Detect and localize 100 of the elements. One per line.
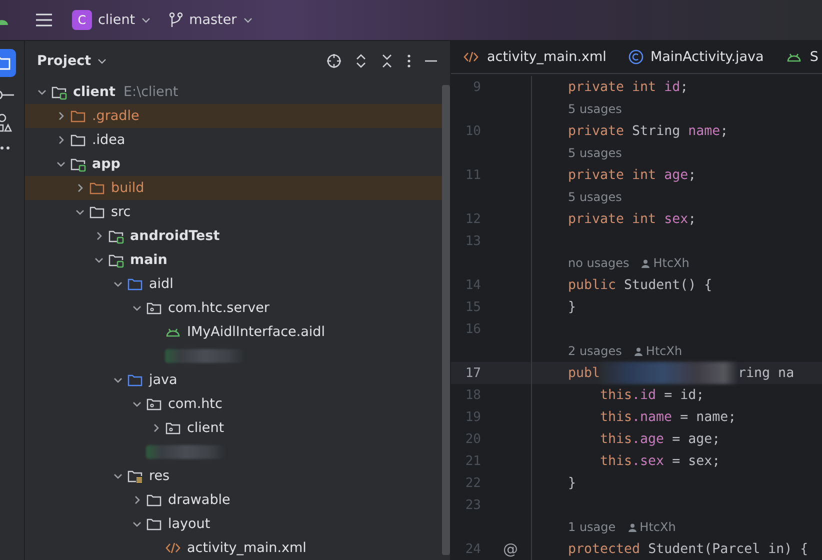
tree-item[interactable]: res <box>149 468 170 484</box>
resource-folder-icon <box>127 468 143 484</box>
chevron-right-icon[interactable] <box>94 231 104 241</box>
code-token: id; <box>664 80 688 94</box>
editor-tab[interactable]: activity_main.xml <box>463 43 606 71</box>
chevron-down-icon[interactable] <box>141 15 152 25</box>
author-hint[interactable]: HtcXh <box>646 344 682 358</box>
module-folder-icon <box>108 228 124 244</box>
tree-item[interactable]: main <box>130 252 168 268</box>
panel-title[interactable]: Project <box>37 52 92 68</box>
module-folder-icon <box>51 84 67 100</box>
editor-tab[interactable]: S <box>786 43 818 71</box>
tree-item[interactable]: drawable <box>168 492 230 508</box>
code-token: } <box>568 300 576 314</box>
tree-item[interactable]: build <box>111 180 144 196</box>
folder-icon <box>89 180 105 196</box>
chevron-down-icon[interactable] <box>94 255 104 265</box>
chevron-right-icon[interactable] <box>151 423 161 433</box>
more-icon[interactable] <box>406 52 412 68</box>
folder-icon <box>70 108 86 124</box>
folder-icon <box>127 276 143 292</box>
code-token: this <box>600 410 632 424</box>
tree-item[interactable]: com.htc <box>168 396 222 412</box>
tree-item[interactable]: androidTest <box>130 228 220 244</box>
scrollbar[interactable] <box>442 85 450 555</box>
code-token: .id = id; <box>632 388 704 402</box>
collapse-all-icon[interactable] <box>380 52 394 68</box>
chevron-right-icon[interactable] <box>56 111 66 121</box>
code-token: .name = name; <box>632 410 736 424</box>
code-token: sex; <box>664 212 696 226</box>
package-folder-icon <box>146 396 162 412</box>
annotation-marker[interactable]: @ <box>503 540 518 558</box>
module-folder-icon <box>70 156 86 172</box>
chevron-down-icon[interactable] <box>113 375 123 385</box>
code-token: .sex = sex; <box>632 454 720 468</box>
code-token: this <box>600 388 632 402</box>
code-token: int <box>632 168 656 182</box>
tree-item[interactable]: activity_main.xml <box>187 540 306 556</box>
package-folder-icon <box>165 420 181 436</box>
usage-hint[interactable]: 2 usages <box>568 344 622 358</box>
menu-icon[interactable] <box>36 13 52 27</box>
tree-item[interactable]: client <box>187 420 224 436</box>
code-token: } <box>568 476 576 490</box>
tree-item[interactable]: src <box>111 204 131 220</box>
code-token: int <box>632 212 656 226</box>
chevron-right-icon[interactable] <box>56 135 66 145</box>
person-icon <box>641 258 650 268</box>
code-token: private <box>568 80 624 94</box>
code-token: protected <box>568 542 640 556</box>
person-icon <box>628 522 637 532</box>
code-tag-icon <box>165 540 181 556</box>
code-token: private <box>568 212 624 226</box>
chevron-down-icon[interactable] <box>37 87 47 97</box>
folder-icon <box>127 372 143 388</box>
code-token: public <box>568 278 616 292</box>
class-icon <box>628 49 644 65</box>
chevron-right-icon[interactable] <box>132 495 142 505</box>
code-token: this <box>600 454 632 468</box>
folder-icon <box>89 204 105 220</box>
code-token: ring na <box>738 366 794 380</box>
tree-item[interactable]: client <box>73 84 116 100</box>
code-token: private <box>568 124 624 138</box>
expand-all-icon[interactable] <box>354 52 368 68</box>
chevron-down-icon[interactable] <box>113 279 123 289</box>
usage-hint[interactable]: 5 usages <box>568 102 622 116</box>
tree-item[interactable]: java <box>149 372 178 388</box>
tree-item[interactable]: layout <box>168 516 210 532</box>
chevron-down-icon[interactable] <box>132 519 142 529</box>
locate-icon[interactable] <box>326 52 342 68</box>
code-token: private <box>568 168 624 182</box>
code-token: Student() { <box>624 278 712 292</box>
chevron-right-icon[interactable] <box>75 183 85 193</box>
project-path: E:\client <box>123 84 178 100</box>
folder-icon <box>70 132 86 148</box>
author-hint[interactable]: HtcXh <box>640 520 676 534</box>
chevron-down-icon[interactable] <box>113 471 123 481</box>
tree-item[interactable]: IMyAidlInterface.aidl <box>187 324 325 340</box>
chevron-down-icon[interactable] <box>56 159 66 169</box>
branch-icon <box>169 12 184 28</box>
tree-item[interactable]: com.htc.server <box>168 300 270 316</box>
chevron-down-icon[interactable] <box>132 303 142 313</box>
tree-item[interactable]: .gradle <box>92 108 140 124</box>
person-icon <box>634 346 643 356</box>
editor-tab[interactable]: MainActivity.java <box>628 43 764 71</box>
tree-item[interactable]: .idea <box>92 132 126 148</box>
usage-hint[interactable]: 5 usages <box>568 190 622 204</box>
branch-name[interactable]: master <box>189 12 237 28</box>
project-name[interactable]: client <box>98 12 136 28</box>
tree-item[interactable]: aidl <box>149 276 174 292</box>
code-token: name; <box>688 124 728 138</box>
line-number: 17 <box>464 366 481 380</box>
chevron-down-icon[interactable] <box>132 399 142 409</box>
usage-hint[interactable]: 5 usages <box>568 146 622 160</box>
chevron-down-icon[interactable] <box>75 207 85 217</box>
author-hint[interactable]: HtcXh <box>653 256 690 270</box>
chevron-down-icon[interactable] <box>242 15 253 25</box>
folder-icon <box>146 492 162 508</box>
tree-item[interactable]: app <box>92 156 120 172</box>
usage-hint[interactable]: 1 usage <box>568 520 616 534</box>
usage-hint[interactable]: no usages <box>568 256 630 270</box>
